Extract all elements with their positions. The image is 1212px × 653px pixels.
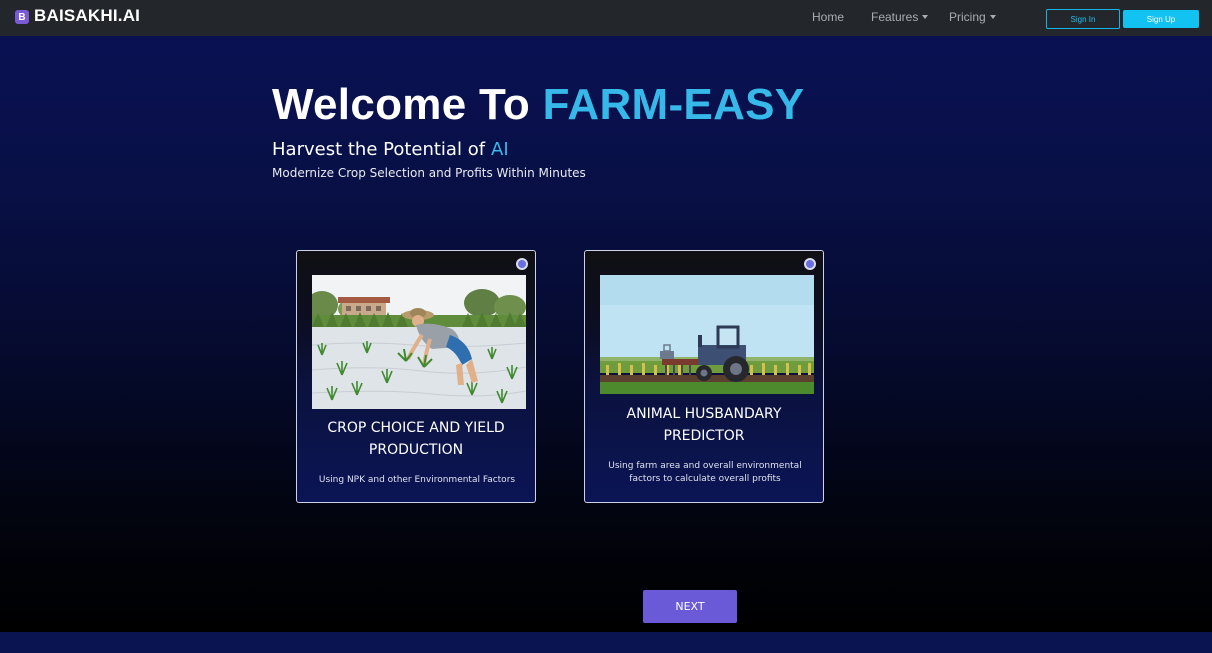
sign-up-button[interactable]: Sign Up	[1123, 10, 1199, 28]
sign-in-button[interactable]: Sign In	[1046, 9, 1120, 29]
option-card-animal-husbandry[interactable]: ANIMAL HUSBANDARY PREDICTOR Using farm a…	[584, 250, 824, 503]
radio-button-crop-choice[interactable]	[516, 258, 528, 270]
card-description-crop-choice: Using NPK and other Environmental Factor…	[318, 475, 516, 485]
brand-name: BAISAKHI.AI	[34, 6, 141, 25]
nav-dropdown-pricing[interactable]: Pricing	[949, 10, 996, 24]
option-card-crop-choice[interactable]: CROP CHOICE AND YIELD PRODUCTION Using N…	[296, 250, 536, 503]
nav-link-home[interactable]: Home	[812, 10, 844, 24]
page-title: Welcome To FARM-EASY	[272, 80, 804, 130]
farmer-planting-rice-illustration-icon	[312, 275, 526, 409]
next-button[interactable]: NEXT	[643, 590, 737, 623]
navbar: B BAISAKHI.AI Home Features Pricing Sign…	[0, 0, 1212, 36]
nav-pricing-label: Pricing	[949, 10, 986, 24]
nav-dropdown-features[interactable]: Features	[871, 10, 929, 24]
card-title-animal-husbandry: ANIMAL HUSBANDARY PREDICTOR	[626, 406, 782, 444]
subtitle-text: Harvest the Potential of	[272, 139, 486, 160]
caret-down-icon	[922, 15, 929, 19]
card-description-animal-husbandry: Using farm area and overall environmenta…	[608, 461, 802, 484]
card-title-crop-choice: CROP CHOICE AND YIELD PRODUCTION	[327, 420, 505, 458]
footer-strip	[0, 632, 1212, 653]
radio-button-animal-husbandry[interactable]	[804, 258, 816, 270]
title-prefix: Welcome To	[272, 80, 531, 129]
title-accent: FARM-EASY	[542, 80, 805, 129]
hero-tagline: Modernize Crop Selection and Profits Wit…	[272, 166, 586, 180]
hero-subtitle: Harvest the Potential of AI	[272, 139, 509, 160]
caret-down-icon	[989, 15, 996, 19]
subtitle-accent: AI	[491, 139, 509, 160]
brand[interactable]: B BAISAKHI.AI	[15, 6, 140, 26]
brand-logo-icon: B	[15, 10, 29, 24]
nav-features-label: Features	[871, 10, 919, 24]
tractor-field-illustration-icon	[600, 275, 814, 394]
